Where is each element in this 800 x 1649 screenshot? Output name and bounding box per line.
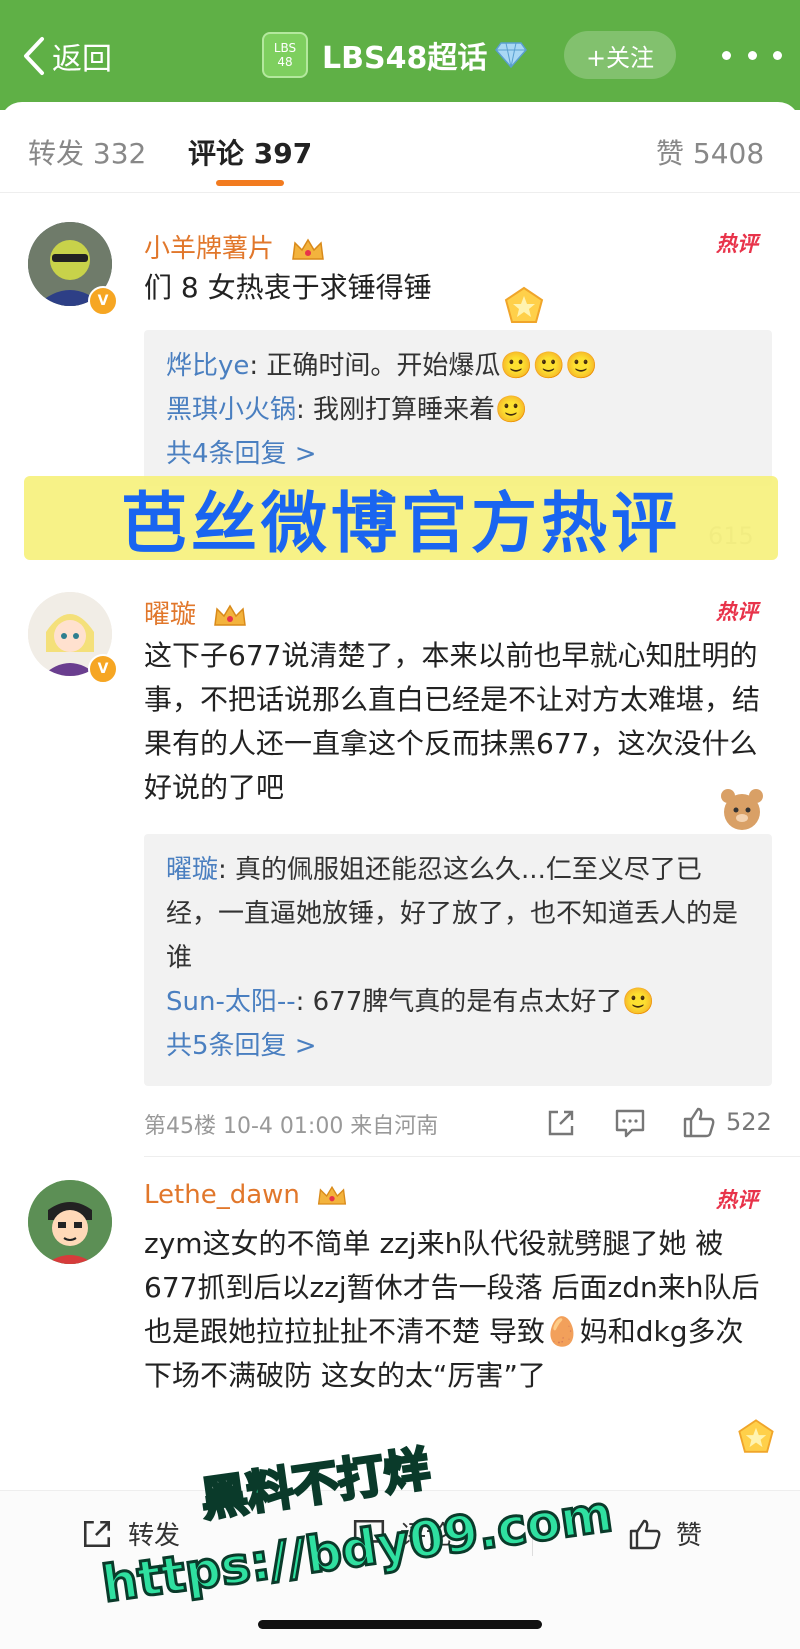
topic-header[interactable]: LBS 48 LBS48超话: [262, 30, 528, 80]
reply-item: Sun-太阳--: 677脾气真的是有点太好了🙂: [166, 987, 655, 1017]
comment-text: 这下子677说清楚了，本来以前也早就心知肚明的事，不把话说那么直白已经是不让对方…: [144, 639, 761, 804]
comment-username[interactable]: 曜璇: [144, 594, 248, 631]
reply-box[interactable]: 烨比ye: 正确时间。开始爆瓜🙂🙂🙂 黑琪小火锅: 我刚打算睡来着🙂 共4条回复…: [144, 330, 772, 486]
hot-comment-badge: 热评: [716, 232, 758, 256]
overlay-banner-text: 芭丝微博官方热评: [121, 485, 681, 562]
divider: [144, 1156, 800, 1157]
star-medal-icon: [504, 286, 544, 323]
chevron-left-icon: [24, 37, 44, 75]
avatar[interactable]: [28, 1180, 112, 1264]
comment-username[interactable]: 小羊牌薯片: [144, 228, 326, 265]
tab-comments[interactable]: 评论 397: [188, 132, 312, 172]
diamond-level-icon: [495, 42, 528, 69]
share-icon[interactable]: [546, 1108, 576, 1138]
crown-badge-icon: [318, 1185, 347, 1205]
back-label: 返回: [52, 42, 112, 77]
more-icon[interactable]: [722, 40, 782, 70]
comment-text: zym这女的不简单 zzj来h队代役就劈腿了她 被677抓到后以zzj暂休才告一…: [144, 1227, 760, 1392]
crown-badge-icon: [214, 604, 247, 626]
reply-item: 黑琪小火锅: 我刚打算睡来着🙂: [166, 395, 528, 425]
thumbs-up-icon: [629, 1519, 661, 1549]
repost-icon: [83, 1520, 111, 1547]
reply-item: 烨比ye: 正确时间。开始爆瓜🙂🙂🙂: [166, 351, 598, 381]
hot-comment-badge: 热评: [716, 600, 758, 624]
star-medal-icon: [738, 1419, 774, 1453]
back-button[interactable]: 返回: [22, 34, 112, 78]
verified-badge-icon: V: [88, 654, 118, 684]
view-more-replies-link[interactable]: 共5条回复 >: [166, 1024, 750, 1068]
follow-button[interactable]: +关注: [564, 31, 676, 79]
thumbs-up-icon: [683, 1107, 715, 1138]
topic-logo: LBS 48: [262, 32, 308, 78]
verified-badge-icon: V: [88, 286, 118, 316]
like-count: 522: [726, 1108, 772, 1136]
reply-box[interactable]: 曜璇: 真的佩服姐还能忍这么久...仁至义尽了已经，一直逼她放锤，好了放了，也不…: [144, 834, 772, 1086]
comment-text: 们 8 女热衷于求锤得锤: [144, 271, 432, 304]
bottom-like-button[interactable]: 赞: [628, 1515, 702, 1552]
hot-comment-badge: 热评: [716, 1188, 758, 1212]
comment-icon[interactable]: [614, 1108, 646, 1138]
home-indicator: [258, 1620, 542, 1629]
tab-repost[interactable]: 转发 332: [28, 132, 146, 172]
bear-sticker-icon: [721, 789, 763, 830]
like-button[interactable]: 522: [682, 1106, 772, 1138]
active-tab-indicator: [216, 180, 284, 186]
avatar-image: [28, 1180, 112, 1264]
comment-meta: 第45楼 10-4 01:00 来自河南: [144, 1114, 439, 1139]
reply-item: 曜璇: 真的佩服姐还能忍这么久...仁至义尽了已经，一直逼她放锤，好了放了，也不…: [166, 855, 739, 973]
tab-bar: 转发 332 评论 397 赞 5408: [0, 102, 800, 193]
comment-username[interactable]: Lethe_dawn: [144, 1180, 348, 1210]
crown-badge-icon: [292, 238, 325, 260]
tab-likes[interactable]: 赞 5408: [656, 132, 764, 172]
topic-name: LBS48超话: [322, 41, 488, 76]
